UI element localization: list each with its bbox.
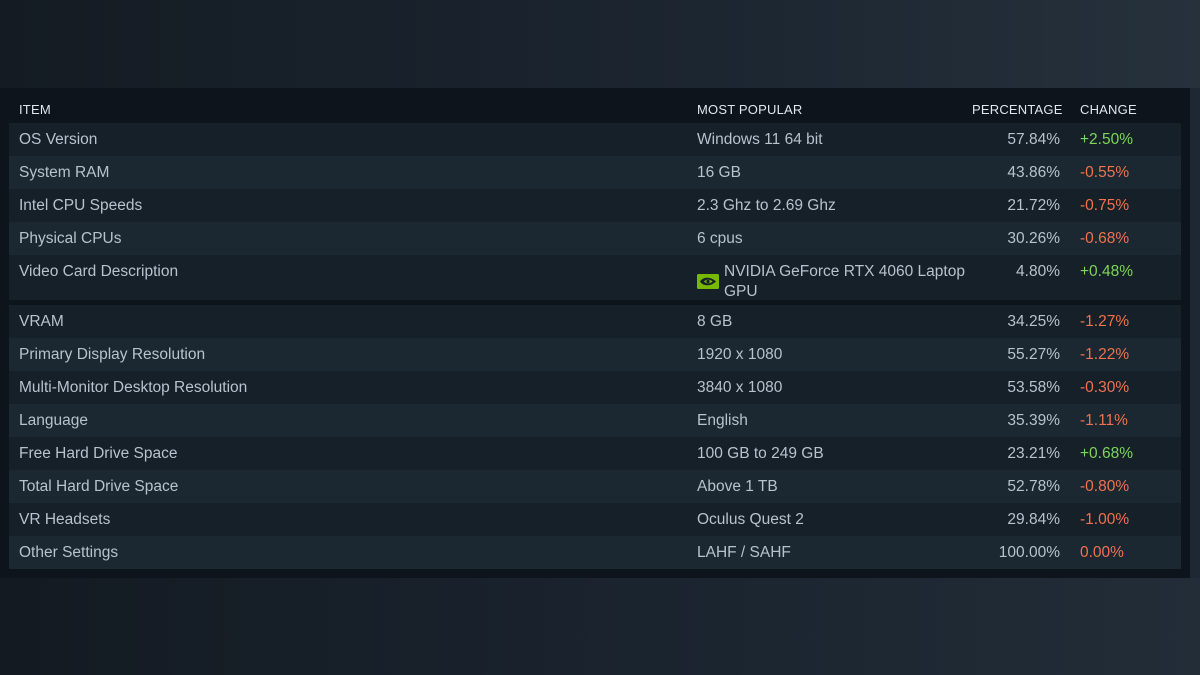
row-item-label: Total Hard Drive Space bbox=[19, 478, 179, 495]
row-most-popular: English bbox=[697, 412, 748, 429]
hardware-survey-table: ITEM MOST POPULAR PERCENTAGE CHANGE OS V… bbox=[0, 88, 1190, 578]
row-most-popular: Windows 11 64 bit bbox=[697, 131, 823, 148]
row-most-popular: 16 GB bbox=[697, 164, 741, 181]
table-row: OS Version Windows 11 64 bit 57.84% +2.5… bbox=[9, 123, 1181, 156]
table-row: Video Card Description NVIDIA GeForce RT… bbox=[9, 255, 1181, 300]
row-percentage: 100.00% bbox=[998, 544, 1060, 561]
row-change: -0.30% bbox=[1080, 379, 1130, 396]
table-row: Physical CPUs 6 cpus 30.26% -0.68% bbox=[9, 222, 1181, 255]
row-change: -0.75% bbox=[1080, 197, 1130, 214]
row-item-label: VRAM bbox=[19, 313, 64, 330]
row-item-label: Intel CPU Speeds bbox=[19, 197, 143, 214]
row-change: +0.48% bbox=[1080, 263, 1134, 280]
row-percentage: 57.84% bbox=[1007, 131, 1060, 148]
row-most-popular: 2.3 Ghz to 2.69 Ghz bbox=[697, 197, 836, 214]
row-percentage: 35.39% bbox=[1007, 412, 1060, 429]
row-item-label: Physical CPUs bbox=[19, 230, 122, 247]
row-change: -1.00% bbox=[1080, 511, 1130, 528]
table-row: Primary Display Resolution 1920 x 1080 5… bbox=[9, 338, 1181, 371]
row-change: -1.22% bbox=[1080, 346, 1130, 363]
header-most-popular: MOST POPULAR bbox=[697, 102, 803, 117]
row-change: +2.50% bbox=[1080, 131, 1134, 148]
row-percentage: 55.27% bbox=[1007, 346, 1060, 363]
table-row: System RAM 16 GB 43.86% -0.55% bbox=[9, 156, 1181, 189]
row-most-popular-text: NVIDIA GeForce RTX 4060 Laptop GPU bbox=[724, 263, 965, 300]
row-percentage: 53.58% bbox=[1007, 379, 1060, 396]
row-percentage: 21.72% bbox=[1007, 197, 1060, 214]
row-change: -0.80% bbox=[1080, 478, 1130, 495]
header-item: ITEM bbox=[19, 102, 51, 117]
row-item-label: Other Settings bbox=[19, 544, 119, 561]
row-change: -0.68% bbox=[1080, 230, 1130, 247]
table-row: VRAM 8 GB 34.25% -1.27% bbox=[9, 305, 1181, 338]
row-change: -1.11% bbox=[1080, 412, 1128, 429]
row-change: -0.55% bbox=[1080, 164, 1130, 181]
row-most-popular: 100 GB to 249 GB bbox=[697, 445, 824, 462]
row-change: -1.27% bbox=[1080, 313, 1130, 330]
row-percentage: 34.25% bbox=[1007, 313, 1060, 330]
row-item-label: Primary Display Resolution bbox=[19, 346, 206, 363]
header-change: CHANGE bbox=[1080, 102, 1137, 117]
row-change: 0.00% bbox=[1080, 544, 1124, 561]
row-percentage: 4.80% bbox=[1016, 263, 1060, 280]
row-percentage: 23.21% bbox=[1007, 445, 1060, 462]
nvidia-logo-icon bbox=[697, 274, 719, 289]
table-row: Multi-Monitor Desktop Resolution 3840 x … bbox=[9, 371, 1181, 404]
table-row: Other Settings LAHF / SAHF 100.00% 0.00% bbox=[9, 536, 1181, 569]
row-item-label: Free Hard Drive Space bbox=[19, 445, 178, 462]
row-percentage: 52.78% bbox=[1007, 478, 1060, 495]
row-item-label: VR Headsets bbox=[19, 511, 111, 528]
row-most-popular: 8 GB bbox=[697, 313, 733, 330]
row-most-popular: Above 1 TB bbox=[697, 478, 778, 495]
background-band-top bbox=[0, 0, 1200, 88]
row-item-label: OS Version bbox=[19, 131, 98, 148]
row-most-popular: Oculus Quest 2 bbox=[697, 511, 804, 528]
row-most-popular: 1920 x 1080 bbox=[697, 346, 783, 363]
background-band-bottom bbox=[0, 578, 1200, 675]
table-header: ITEM MOST POPULAR PERCENTAGE CHANGE bbox=[9, 100, 1181, 122]
row-item-label: Language bbox=[19, 412, 88, 429]
row-most-popular: 3840 x 1080 bbox=[697, 379, 783, 396]
row-item-label: Video Card Description bbox=[19, 263, 179, 280]
row-change: +0.68% bbox=[1080, 445, 1134, 462]
row-most-popular: 6 cpus bbox=[697, 230, 743, 247]
row-percentage: 30.26% bbox=[1007, 230, 1060, 247]
table-row: Intel CPU Speeds 2.3 Ghz to 2.69 Ghz 21.… bbox=[9, 189, 1181, 222]
table-row: Language English 35.39% -1.11% bbox=[9, 404, 1181, 437]
header-percentage: PERCENTAGE bbox=[972, 102, 1063, 117]
row-item-label: Multi-Monitor Desktop Resolution bbox=[19, 379, 248, 396]
row-most-popular: LAHF / SAHF bbox=[697, 544, 791, 561]
row-percentage: 43.86% bbox=[1007, 164, 1060, 181]
row-item-label: System RAM bbox=[19, 164, 110, 181]
table-row: Free Hard Drive Space 100 GB to 249 GB 2… bbox=[9, 437, 1181, 470]
row-percentage: 29.84% bbox=[1007, 511, 1060, 528]
table-body: OS Version Windows 11 64 bit 57.84% +2.5… bbox=[9, 123, 1181, 569]
table-row: Total Hard Drive Space Above 1 TB 52.78%… bbox=[9, 470, 1181, 503]
table-row: VR Headsets Oculus Quest 2 29.84% -1.00% bbox=[9, 503, 1181, 536]
